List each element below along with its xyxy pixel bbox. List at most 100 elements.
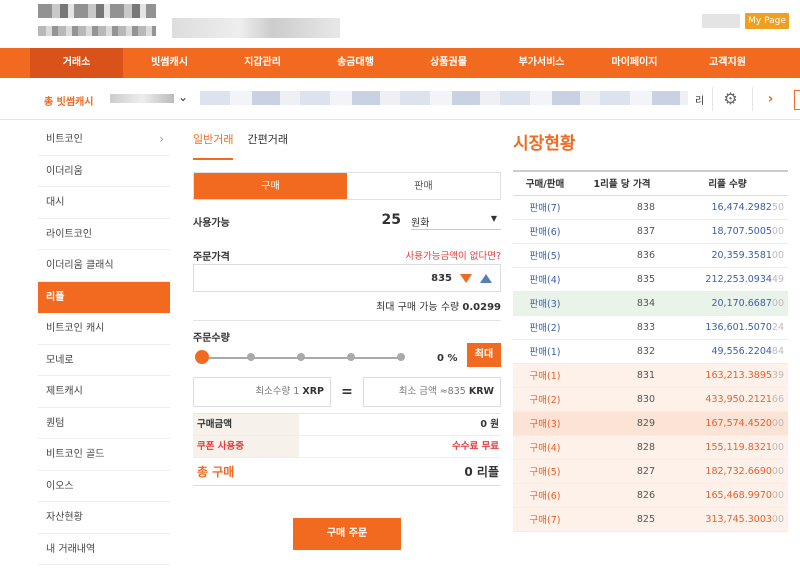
row-side: 구매(3) — [513, 411, 577, 436]
row-qty-tail: 00 — [771, 297, 784, 309]
nav-wallet[interactable]: 지갑관리 — [216, 48, 309, 78]
sidebar-item-zcash[interactable]: 제트캐시 — [38, 376, 170, 408]
nav-extra-services[interactable]: 부가서비스 — [495, 48, 588, 78]
row-qty-tail: 50 — [771, 201, 784, 213]
row-qty-main: 182,732.6690 — [705, 465, 772, 477]
order-summary: 구매금액 0 원 쿠폰 사용중 수수료 무료 총 구매 0 리플 — [193, 413, 501, 486]
order-book-row[interactable]: 판매(2) 833 136,601.507024 — [513, 315, 788, 340]
order-form: 일반거래 간편거래 구매 판매 사용가능 25 원화 ▼ 주문가격 사용가능금액이… — [193, 124, 501, 550]
coupon-label: 쿠폰 사용중 — [193, 436, 299, 457]
order-book-row[interactable]: 구매(6) 826 165,468.997000 — [513, 483, 788, 508]
max-buy-value: 0.0299 — [462, 302, 501, 313]
row-qty: 433,950.212166 — [667, 387, 788, 412]
sidebar-item-ethereum-classic[interactable]: 이더리움 클래식 — [38, 250, 170, 282]
price-increase-icon[interactable] — [480, 274, 492, 283]
order-book-row[interactable]: 구매(1) 831 163,213.389539 — [513, 363, 788, 388]
sidebar-item-eos[interactable]: 이오스 — [38, 471, 170, 502]
row-side: 판매(1) — [513, 339, 577, 364]
max-button[interactable]: 최대 — [467, 343, 501, 367]
sidebar-item-bitcoin-cash[interactable]: 비트코인 캐시 — [38, 313, 170, 345]
row-price: 830 — [577, 387, 667, 412]
order-book-row[interactable]: 구매(3) 829 167,574.452000 — [513, 411, 788, 436]
nav-cash[interactable]: 빗썸캐시 — [123, 48, 216, 78]
order-book-row[interactable]: 판매(7) 838 16,474.298250 — [513, 195, 788, 220]
buy-order-button[interactable]: 구매 주문 — [293, 518, 401, 550]
tab-simple-trade[interactable]: 간편거래 — [247, 124, 287, 160]
sidebar-item-litecoin[interactable]: 라이트코인 — [38, 219, 170, 250]
nav-remittance[interactable]: 송금대행 — [309, 48, 402, 78]
tab-normal-trade[interactable]: 일반거래 — [193, 124, 234, 160]
row-qty: 167,574.452000 — [667, 411, 788, 436]
coupon-value: 수수료 무료 — [451, 441, 499, 452]
market-title: 시장현황 — [513, 134, 576, 154]
row-side: 판매(5) — [513, 243, 577, 268]
chevron-down-icon[interactable]: ⌄ — [178, 90, 188, 104]
nav-exchange[interactable]: 거래소 — [30, 48, 123, 78]
sidebar-item-monero[interactable]: 모네로 — [38, 345, 170, 376]
edge-button[interactable] — [794, 90, 800, 110]
nav-support[interactable]: 고객지원 — [681, 48, 774, 78]
logo[interactable] — [38, 4, 156, 18]
order-book-row[interactable]: 구매(2) 830 433,950.212166 — [513, 387, 788, 412]
row-qty: 49,556.220484 — [667, 339, 788, 364]
order-book-row[interactable]: 판매(3) 834 20,170.668700 — [513, 291, 788, 316]
row-qty-main: 155,119.8321 — [705, 441, 772, 453]
sidebar-item-assets[interactable]: 자산현황 — [38, 502, 170, 534]
slider-step-50[interactable] — [297, 353, 305, 361]
row-price: 834 — [577, 291, 667, 316]
buy-amount-value: 0 원 — [480, 419, 499, 430]
order-book-row[interactable]: 판매(4) 835 212,253.093449 — [513, 267, 788, 292]
buy-amount-row: 구매금액 0 원 — [193, 414, 501, 436]
gear-icon[interactable]: ⚙ — [712, 87, 748, 111]
buy-tab[interactable]: 구매 — [194, 173, 347, 199]
row-side: 구매(7) — [513, 507, 577, 532]
sell-tab[interactable]: 판매 — [347, 173, 500, 199]
order-book-row[interactable]: 구매(7) 825 313,745.300300 — [513, 507, 788, 532]
qty-slider[interactable]: 0 % 최대 — [193, 343, 501, 373]
sidebar-item-dash[interactable]: 대시 — [38, 187, 170, 219]
sidebar-item-ethereum[interactable]: 이더리움 — [38, 156, 170, 187]
row-qty: 165,468.997000 — [667, 483, 788, 508]
row-price: 825 — [577, 507, 667, 532]
user-name — [702, 14, 740, 28]
price-input[interactable]: 835 — [193, 264, 501, 292]
currency-select-value: 원화 — [411, 218, 430, 229]
nav-giftcard[interactable]: 상품권몰 — [402, 48, 495, 78]
slider-handle[interactable] — [195, 350, 209, 364]
sidebar-item-bitcoin[interactable]: 비트코인 › — [38, 124, 170, 156]
trade-tabs: 일반거래 간편거래 — [193, 124, 501, 160]
slider-step-100[interactable] — [397, 353, 405, 361]
min-amount-label: 최소 금액 ≈835 — [398, 386, 466, 397]
min-qty-label: 최소수량 1 — [255, 386, 300, 397]
amount-input[interactable]: 최소 금액 ≈835 KRW — [363, 377, 501, 407]
sidebar-item-label: 비트코인 — [46, 134, 83, 145]
order-book-row[interactable]: 판매(5) 836 20,359.358100 — [513, 243, 788, 268]
order-book-row[interactable]: 판매(6) 837 18,707.500500 — [513, 219, 788, 244]
my-page-button[interactable]: My Page — [745, 13, 789, 29]
sidebar-item-ripple[interactable]: 리플 — [38, 281, 170, 313]
row-qty: 16,474.298250 — [667, 195, 788, 220]
sidebar-item-qtum[interactable]: 퀀텀 — [38, 408, 170, 439]
order-book-row[interactable]: 구매(5) 827 182,732.669000 — [513, 459, 788, 484]
slider-step-75[interactable] — [347, 353, 355, 361]
min-amount-unit: KRW — [468, 386, 494, 397]
chevron-right-icon[interactable]: › — [752, 87, 788, 111]
nav-mypage[interactable]: 마이페이지 — [588, 48, 681, 78]
equals-sign: = — [341, 384, 353, 400]
row-qty-tail: 00 — [771, 513, 784, 525]
slider-step-25[interactable] — [247, 353, 255, 361]
price-decrease-icon[interactable] — [460, 274, 472, 283]
no-balance-link[interactable]: 사용가능금액이 없다면? — [406, 248, 501, 262]
coin-select-label[interactable]: 총 빗썸캐시 — [44, 93, 93, 108]
order-book-row[interactable]: 판매(1) 832 49,556.220484 — [513, 339, 788, 364]
currency-select[interactable]: 원화 ▼ — [411, 214, 501, 230]
coin-select-value[interactable] — [110, 94, 174, 103]
conversion-row: 최소수량 1 XRP = 최소 금액 ≈835 KRW — [193, 377, 501, 407]
row-price: 837 — [577, 219, 667, 244]
row-price: 828 — [577, 435, 667, 460]
sidebar-item-history[interactable]: 내 거래내역 — [38, 534, 170, 565]
row-price: 835 — [577, 267, 667, 292]
sidebar-item-bitcoin-gold[interactable]: 비트코인 골드 — [38, 439, 170, 471]
qty-input[interactable]: 최소수량 1 XRP — [193, 377, 331, 407]
order-book-row[interactable]: 구매(4) 828 155,119.832100 — [513, 435, 788, 460]
